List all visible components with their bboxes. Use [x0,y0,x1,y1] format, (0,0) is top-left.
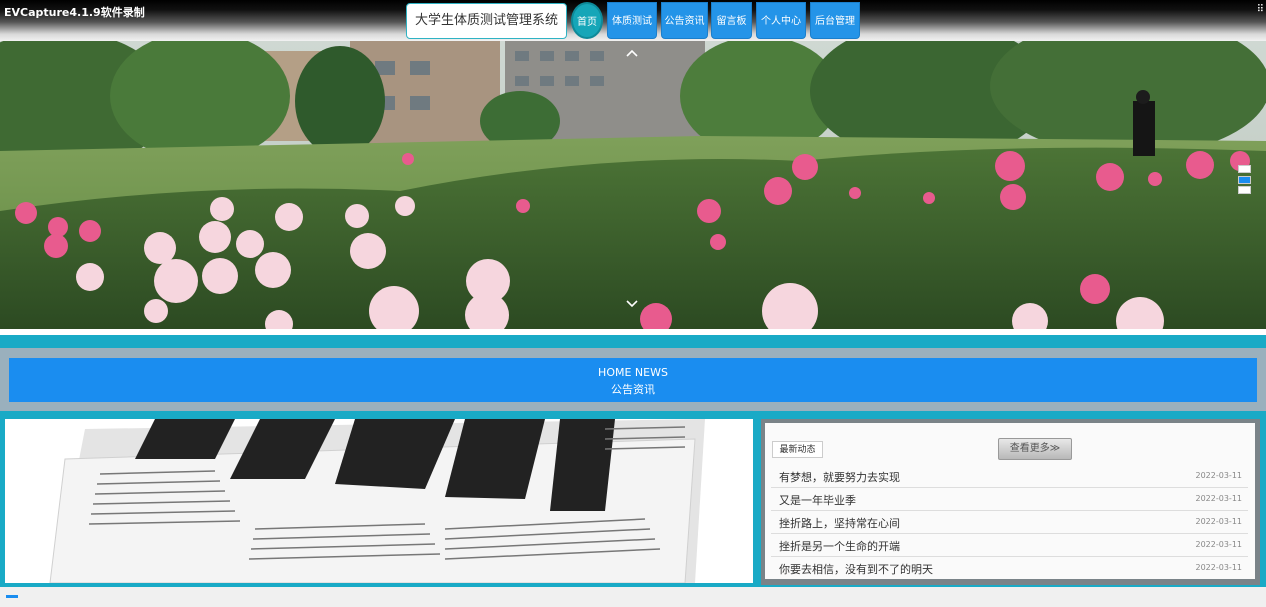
banner-dot-3[interactable] [1238,186,1251,194]
nav-fitness-test[interactable]: 体质测试 [607,2,657,39]
site-title: 大学生体质测试管理系统 [406,3,567,39]
news-item-title: 你要去相信，没有到不了的明天 [779,563,933,576]
news-item-date: 2022-03-11 [1195,494,1243,503]
scrollbar-thumb[interactable] [6,595,18,598]
news-item-date: 2022-03-11 [1195,540,1243,549]
news-item-title: 挫折是另一个生命的开端 [779,540,900,553]
nav-announcements[interactable]: 公告资讯 [661,2,708,39]
banner-next-arrow-icon[interactable] [624,296,640,312]
news-list-item[interactable]: 又是一年毕业季 2022-03-11 [771,488,1248,511]
horizontal-scrollbar[interactable] [0,587,1266,607]
news-image[interactable] [5,419,753,583]
nav-message-board[interactable]: 留言板 [711,2,752,39]
recorder-title: EVCapture4.1.9软件录制 [4,6,145,19]
news-item-title: 有梦想，就要努力去实现 [779,471,900,484]
news-list-item[interactable]: 你要去相信，没有到不了的明天 2022-03-11 [771,557,1248,579]
top-bar: EVCapture4.1.9软件录制 ⠿ 大学生体质测试管理系统 首页 体质测试… [0,0,1266,41]
window-controls-icon[interactable]: ⠿ [1257,4,1264,15]
banner-prev-arrow-icon[interactable] [624,45,640,61]
tab-latest-news[interactable]: 最新动态 [772,441,823,458]
nav-home[interactable]: 首页 [571,2,603,39]
news-title-en: HOME NEWS [598,366,668,379]
banner-image [0,41,1266,329]
news-list-item[interactable]: 挫折路上，坚持常在心间 2022-03-11 [771,511,1248,534]
nav-admin[interactable]: 后台管理 [810,2,860,39]
news-list-item[interactable]: 有梦想，就要努力去实现 2022-03-11 [771,465,1248,488]
banner-dot-2-active[interactable] [1238,176,1251,184]
banner-dot-1[interactable] [1238,165,1251,173]
news-item-title: 又是一年毕业季 [779,494,856,507]
banner-carousel[interactable] [0,41,1266,329]
news-list-item[interactable]: 挫折是另一个生命的开端 2022-03-11 [771,534,1248,557]
nav-personal-center[interactable]: 个人中心 [756,2,806,39]
news-item-title: 挫折路上，坚持常在心间 [779,517,900,530]
news-title-cn: 公告资讯 [611,383,655,396]
news-item-date: 2022-03-11 [1195,517,1243,526]
news-item-date: 2022-03-11 [1195,563,1243,572]
newspaper-image [5,419,753,583]
news-item-date: 2022-03-11 [1195,471,1243,480]
view-more-button[interactable]: 查看更多≫ [998,438,1072,460]
news-header: HOME NEWS 公告资讯 [9,358,1257,402]
